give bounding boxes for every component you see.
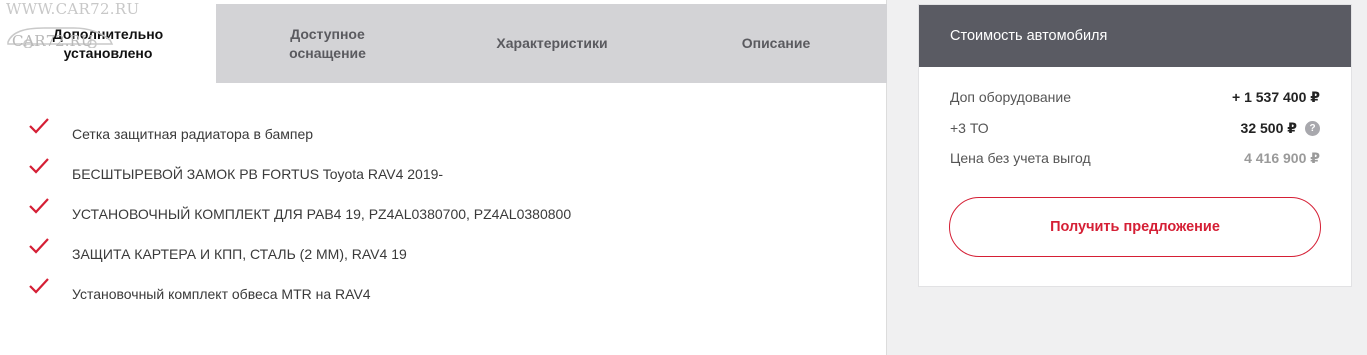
tab-description[interactable]: Описание [665,4,887,83]
maintenance-value-wrap: 32 500 ₽ ? [1241,120,1320,137]
tab-available-equipment[interactable]: Доступное оснащение [216,4,439,83]
list-item-text: Установочный комплект обвеса MTR на RAV4 [72,286,371,302]
check-icon [29,198,49,214]
list-item: УСТАНОВОЧНЫЙ КОМПЛЕКТ ДЛЯ РАВ4 19, PZ4AL… [0,196,887,236]
list-item-text: Сетка защитная радиатора в бампер [72,126,314,142]
price-without-benefits-row: Цена без учета выгод 4 416 900 ₽ [950,148,1320,168]
check-icon [29,238,49,254]
price-panel: Стоимость автомобиля Доп оборудование + … [918,4,1352,287]
list-item-text: БЕСШТЫРЕВОЙ ЗАМОК PB FORTUS Toyota RAV4 … [72,166,444,182]
list-item: Установочный комплект обвеса MTR на RAV4 [0,276,887,316]
tab-label-line2: оснащение [289,44,366,61]
list-item-text: УСТАНОВОЧНЫЙ КОМПЛЕКТ ДЛЯ РАВ4 19, PZ4AL… [72,206,572,222]
help-icon[interactable]: ? [1305,120,1320,136]
tab-label: Характеристики [496,35,608,51]
price-panel-title: Стоимость автомобиля [919,5,1351,67]
check-icon [29,158,49,174]
tab-label: Описание [741,35,811,51]
tab-label-line1: Доступное [290,25,365,42]
price-without-benefits-label: Цена без учета выгод [950,150,1091,166]
maintenance-value: 32 500 ₽ [1240,119,1297,136]
extra-equipment-label: Доп оборудование [950,89,1072,105]
check-icon [29,278,49,294]
list-item: Сетка защитная радиатора в бампер [0,116,887,156]
extra-equipment-value: + 1 537 400 ₽ [1232,88,1320,105]
get-offer-button[interactable]: Получить предложение [949,197,1321,257]
price-without-benefits-value: 4 416 900 ₽ [1244,149,1320,166]
extra-equipment-row: Доп оборудование + 1 537 400 ₽ [950,87,1320,107]
list-item: БЕСШТЫРЕВОЙ ЗАМОК PB FORTUS Toyota RAV4 … [0,156,887,196]
details-panel: Дополнительно установлено Доступное осна… [0,0,887,355]
watermark-logo-text: CAR72.RU [12,32,94,50]
watermark-text: WWW.CAR72.RU [6,0,140,18]
check-icon [29,118,49,134]
tab-specifications[interactable]: Характеристики [439,4,665,83]
maintenance-label: +3 ТО [950,120,989,136]
list-item-text: ЗАЩИТА КАРТЕРА И КПП, СТАЛЬ (2 ММ), RAV4… [72,246,407,262]
equipment-list: Сетка защитная радиатора в бампер БЕСШТЫ… [0,116,887,316]
maintenance-row: +3 ТО 32 500 ₽ ? [950,118,1320,138]
list-item: ЗАЩИТА КАРТЕРА И КПП, СТАЛЬ (2 ММ), RAV4… [0,236,887,276]
